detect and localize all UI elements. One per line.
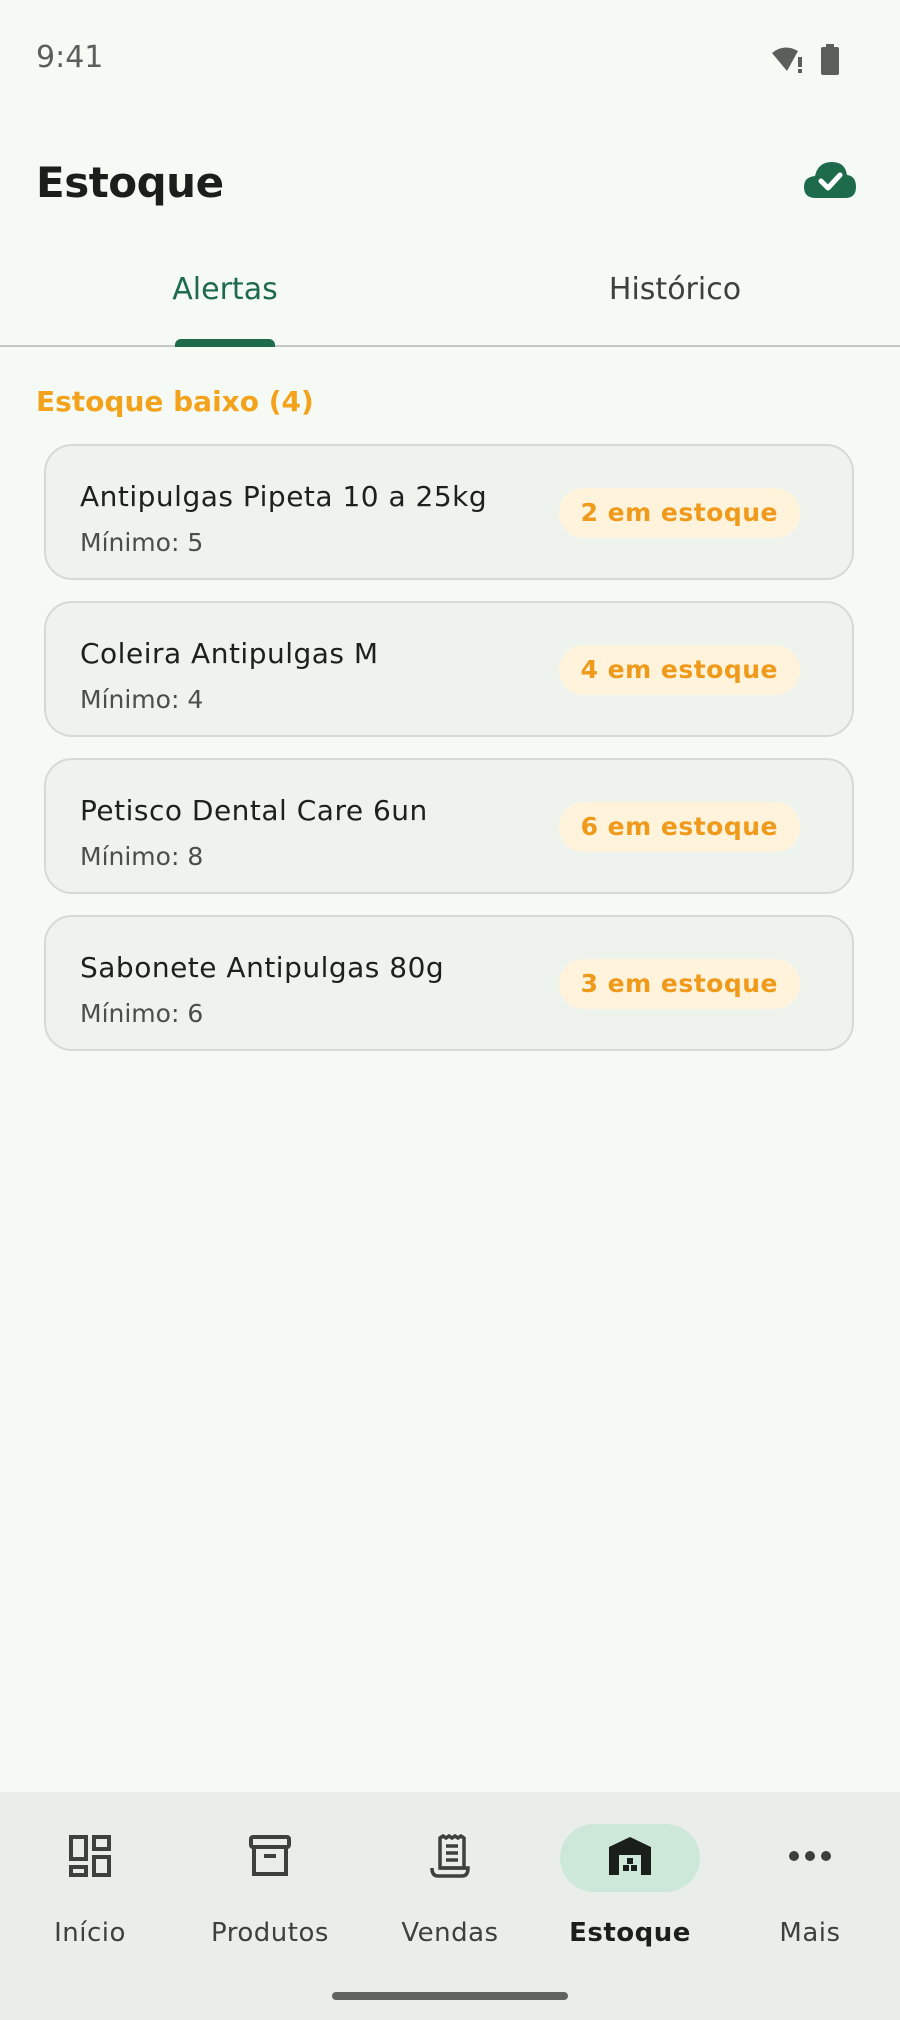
tab-historico[interactable]: Histórico xyxy=(450,250,900,345)
nav-icon-container xyxy=(380,1824,520,1892)
status-time: 9:41 xyxy=(36,40,104,75)
nav-icon-container xyxy=(560,1824,700,1892)
warehouse-icon xyxy=(607,1835,653,1882)
cloud-done-icon[interactable] xyxy=(802,160,858,200)
status-icons xyxy=(770,44,840,81)
nav-label: Estoque xyxy=(569,1918,691,1948)
nav-item-mais[interactable]: Mais xyxy=(720,1792,900,1972)
tab-alertas[interactable]: Alertas xyxy=(0,250,450,347)
battery-icon xyxy=(820,44,840,81)
more-horizontal-icon xyxy=(788,1849,832,1867)
nav-label: Produtos xyxy=(211,1918,329,1948)
nav-label: Início xyxy=(54,1918,126,1948)
dashboard-icon xyxy=(69,1834,111,1882)
stock-badge: 6 em estoque xyxy=(558,802,800,852)
nav-item-produtos[interactable]: Produtos xyxy=(180,1792,360,1972)
nav-icon-container xyxy=(740,1824,880,1892)
nav-item-inicio[interactable]: Início xyxy=(0,1792,180,1972)
section-title: Estoque baixo (4) xyxy=(36,385,314,418)
tab-indicator xyxy=(175,339,275,347)
stock-badge: 3 em estoque xyxy=(558,959,800,1009)
nav-item-vendas[interactable]: Vendas xyxy=(360,1792,540,1972)
tab-bar: Alertas Histórico xyxy=(0,250,900,347)
product-name: Antipulgas Pipeta 10 a 25kg xyxy=(80,480,488,513)
app-bar: Estoque xyxy=(0,140,900,220)
wifi-alert-icon xyxy=(770,45,806,80)
product-name: Petisco Dental Care 6un xyxy=(80,794,428,827)
receipt-icon xyxy=(428,1833,472,1883)
minimum-stock: Mínimo: 8 xyxy=(80,842,204,871)
tab-historico-label: Histórico xyxy=(608,272,742,307)
product-name: Coleira Antipulgas M xyxy=(80,637,379,670)
product-name: Sabonete Antipulgas 80g xyxy=(80,951,445,984)
stock-badge: 2 em estoque xyxy=(558,488,800,538)
nav-label: Mais xyxy=(779,1918,841,1948)
alert-card[interactable]: Coleira Antipulgas M Mínimo: 4 4 em esto… xyxy=(44,601,854,737)
screen: 9:41 Estoque Alertas Histórico Estoque b… xyxy=(0,0,900,2020)
status-bar: 9:41 xyxy=(0,0,900,118)
archive-box-icon xyxy=(248,1834,292,1883)
minimum-stock: Mínimo: 4 xyxy=(80,685,204,714)
nav-label: Vendas xyxy=(401,1918,499,1948)
alert-list: Antipulgas Pipeta 10 a 25kg Mínimo: 5 2 … xyxy=(44,444,856,1072)
alert-card[interactable]: Antipulgas Pipeta 10 a 25kg Mínimo: 5 2 … xyxy=(44,444,854,580)
nav-item-estoque[interactable]: Estoque xyxy=(540,1792,720,1972)
alert-card[interactable]: Sabonete Antipulgas 80g Mínimo: 6 3 em e… xyxy=(44,915,854,1051)
minimum-stock: Mínimo: 5 xyxy=(80,528,204,557)
home-indicator[interactable] xyxy=(332,1992,568,2000)
tab-alertas-label: Alertas xyxy=(172,272,278,307)
bottom-navigation: Início Produtos Vendas Estoque Mais xyxy=(0,1792,900,2020)
stock-badge: 4 em estoque xyxy=(558,645,800,695)
nav-icon-container xyxy=(20,1824,160,1892)
alert-card[interactable]: Petisco Dental Care 6un Mínimo: 8 6 em e… xyxy=(44,758,854,894)
nav-icon-container xyxy=(200,1824,340,1892)
minimum-stock: Mínimo: 6 xyxy=(80,999,204,1028)
page-title: Estoque xyxy=(36,158,224,207)
